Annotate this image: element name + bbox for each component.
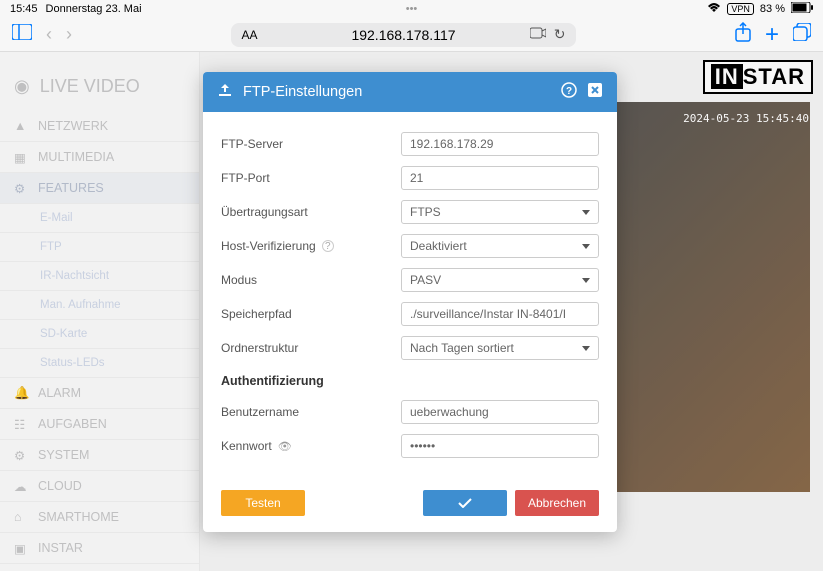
auth-section-title: Authentifizierung (221, 374, 599, 388)
browser-toolbar: ‹ › AA 192.168.178.117 ↻ + (0, 18, 823, 52)
close-icon[interactable] (587, 82, 603, 102)
username-label: Benutzername (221, 405, 401, 419)
forward-icon[interactable]: › (66, 24, 72, 45)
battery-icon (791, 2, 813, 16)
text-size-icon[interactable]: AA (241, 28, 257, 42)
password-input[interactable] (401, 434, 599, 458)
modal-title: FTP-Einstellungen (243, 84, 362, 100)
password-label: Kennwort (221, 439, 272, 453)
battery-text: 83 % (760, 3, 785, 15)
ftp-port-label: FTP-Port (221, 171, 401, 185)
ftp-server-label: FTP-Server (221, 137, 401, 151)
chevron-down-icon (582, 346, 590, 351)
chevron-down-icon (582, 278, 590, 283)
mode-select[interactable]: PASV (401, 268, 599, 292)
upload-icon (217, 82, 233, 102)
path-input[interactable] (401, 302, 599, 326)
modal-header: FTP-Einstellungen ? (203, 72, 617, 112)
transfer-label: Übertragungsart (221, 205, 401, 219)
username-input[interactable] (401, 400, 599, 424)
url-text: 192.168.178.117 (351, 27, 455, 43)
back-icon[interactable]: ‹ (46, 24, 52, 45)
status-bar: 15:45 Donnerstag 23. Mai ••• VPN 83 % (0, 0, 823, 18)
reload-icon[interactable]: ↻ (554, 26, 566, 43)
chevron-down-icon (582, 210, 590, 215)
ftp-port-input[interactable] (401, 166, 599, 190)
eye-icon[interactable]: 👁 (278, 440, 292, 453)
folder-select[interactable]: Nach Tagen sortiert (401, 336, 599, 360)
camera-icon[interactable] (530, 26, 546, 43)
status-time: 15:45 (10, 3, 38, 15)
ftp-settings-modal: FTP-Einstellungen ? FTP-Server FTP-Port … (203, 72, 617, 532)
cancel-button[interactable]: Abbrechen (515, 490, 599, 516)
svg-text:?: ? (566, 86, 572, 97)
wifi-icon (707, 3, 721, 16)
transfer-select[interactable]: FTPS (401, 200, 599, 224)
info-icon[interactable]: ? (322, 240, 334, 252)
vpn-badge: VPN (727, 3, 754, 15)
help-icon[interactable]: ? (561, 82, 577, 102)
test-button[interactable]: Testen (221, 490, 305, 516)
url-field[interactable]: AA 192.168.178.117 ↻ (231, 23, 575, 47)
new-tab-icon[interactable]: + (765, 21, 779, 49)
check-icon (458, 498, 472, 508)
status-center-dots: ••• (406, 3, 418, 15)
mode-label: Modus (221, 273, 401, 287)
hostverif-select[interactable]: Deaktiviert (401, 234, 599, 258)
sidebar-toggle-icon[interactable] (12, 24, 32, 45)
ftp-server-input[interactable] (401, 132, 599, 156)
hostverif-label: Host-Verifizierung (221, 239, 316, 253)
folder-label: Ordnerstruktur (221, 341, 401, 355)
tabs-icon[interactable] (793, 23, 811, 46)
status-date: Donnerstag 23. Mai (46, 3, 142, 15)
chevron-down-icon (582, 244, 590, 249)
share-icon[interactable] (735, 22, 751, 47)
path-label: Speicherpfad (221, 307, 401, 321)
ok-button[interactable] (423, 490, 507, 516)
